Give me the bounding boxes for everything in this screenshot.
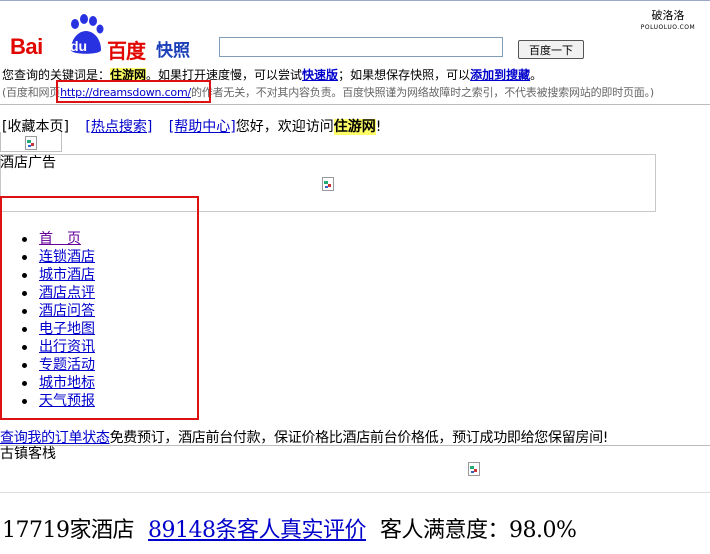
image-placeholder-frame bbox=[0, 132, 62, 152]
logo-du-text: du bbox=[70, 38, 88, 54]
divider bbox=[0, 445, 710, 446]
satisfaction-rate: 客人满意度：98.0% bbox=[380, 518, 577, 543]
watermark-title: 破洛洛 bbox=[651, 9, 685, 22]
add-to-favorites-link[interactable]: 添加到搜藏 bbox=[470, 68, 530, 82]
baidu-snapshot-logo[interactable]: Bai du 百度 快照 bbox=[10, 14, 200, 63]
welcome-site-name: 住游网 bbox=[333, 119, 376, 135]
disclaimer-suffix: 的作者无关，不对其内容负责。百度快照谨为网络故障时之索引，不代表被搜索网站的即时… bbox=[191, 86, 654, 99]
watermark: 破洛洛 POLUOLUO.COM bbox=[638, 10, 698, 34]
nav-item-city-hotels[interactable]: 城市酒店 bbox=[22, 266, 95, 284]
bullet-icon bbox=[22, 273, 27, 278]
watermark-sub: POLUOLUO.COM bbox=[640, 24, 696, 31]
divider bbox=[0, 104, 710, 105]
notice-mid2: ；如果想保存快照，可以 bbox=[338, 68, 471, 82]
hotel-count: 17719家酒店 bbox=[2, 518, 135, 543]
divider bbox=[0, 492, 710, 493]
nav-item-map[interactable]: 电子地图 bbox=[22, 320, 95, 338]
snapshot-label: 快照 bbox=[156, 41, 190, 61]
nav-item-hotel-qa[interactable]: 酒店问答 bbox=[22, 302, 95, 320]
nav-item-weather[interactable]: 天气预报 bbox=[22, 392, 95, 410]
top-border bbox=[0, 0, 710, 1]
nav-item-events[interactable]: 专题活动 bbox=[22, 356, 95, 374]
logo-bai-text: Bai bbox=[10, 34, 43, 59]
help-center-link[interactable]: [帮助中心] bbox=[169, 119, 236, 135]
ancient-town-inn-label: 古镇客栈 bbox=[0, 446, 56, 462]
reviews-link[interactable]: 89148条客人真实评价 bbox=[148, 518, 367, 543]
nav-item-chain-hotels[interactable]: 连锁酒店 bbox=[22, 248, 95, 266]
bullet-icon bbox=[22, 345, 27, 350]
bullet-icon bbox=[22, 381, 27, 386]
logo-baidu-cn-text: 百度 bbox=[107, 39, 146, 63]
fast-version-link[interactable]: 快速版 bbox=[302, 68, 338, 82]
nav-item-hotel-reviews[interactable]: 酒店点评 bbox=[22, 284, 95, 302]
bullet-icon bbox=[22, 237, 27, 242]
search-button[interactable]: 百度一下 bbox=[518, 40, 584, 59]
broken-image-icon bbox=[25, 136, 37, 150]
search-input[interactable] bbox=[219, 37, 503, 57]
highlight-box-url bbox=[56, 80, 211, 103]
site-stats: 17719家酒店 89148条客人真实评价 客人满意度：98.0% bbox=[2, 512, 577, 544]
bullet-icon bbox=[22, 255, 27, 260]
nav-item-landmarks[interactable]: 城市地标 bbox=[22, 374, 95, 392]
bullet-icon bbox=[22, 291, 27, 296]
nav-item-travel-news[interactable]: 出行资讯 bbox=[22, 338, 95, 356]
hotel-ad-label: 酒店广告 bbox=[0, 155, 56, 171]
broken-image-icon bbox=[322, 177, 334, 191]
hot-search-link[interactable]: [热点搜索] bbox=[85, 119, 152, 135]
bullet-icon bbox=[22, 327, 27, 332]
bullet-icon bbox=[22, 363, 27, 368]
order-status-line: 查询我的订单状态免费预订，酒店前台付款，保证价格比酒店前台价格低，预订成功即给您… bbox=[0, 427, 608, 447]
welcome-bang: ! bbox=[375, 119, 382, 135]
disclaimer-prefix: (百度和网页 bbox=[2, 86, 61, 99]
main-nav-list: 首 页 连锁酒店 城市酒店 酒店点评 酒店问答 电子地图 出行资讯 专题活动 城… bbox=[22, 230, 95, 410]
order-promo-text: 免费预订，酒店前台付款，保证价格比酒店前台价格低，预订成功即给您保留房间! bbox=[109, 430, 609, 446]
notice-end: 。 bbox=[530, 68, 543, 82]
bullet-icon bbox=[22, 399, 27, 404]
broken-image-icon bbox=[468, 462, 480, 476]
welcome-text: 您好，欢迎访问 bbox=[235, 119, 334, 135]
bullet-icon bbox=[22, 309, 27, 314]
nav-item-home[interactable]: 首 页 bbox=[22, 230, 95, 248]
